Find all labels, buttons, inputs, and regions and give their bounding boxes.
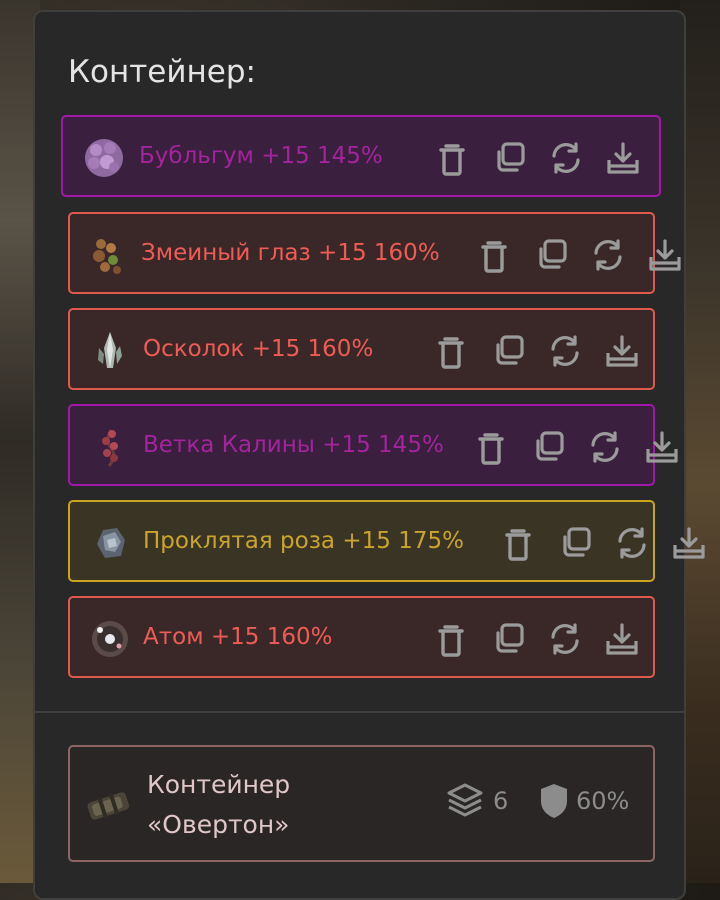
download-icon[interactable] xyxy=(603,138,643,178)
refresh-icon[interactable] xyxy=(546,138,586,178)
item-name: Бубльгум +15 145% xyxy=(139,143,383,169)
download-icon[interactable] xyxy=(642,427,682,467)
download-icon[interactable] xyxy=(602,331,642,371)
trash-icon[interactable] xyxy=(498,523,538,563)
background-right xyxy=(680,0,720,883)
bubblegum-icon xyxy=(83,137,125,179)
refresh-icon[interactable] xyxy=(545,619,585,659)
artifact-item-viburnum[interactable]: Ветка Калины +15 145% xyxy=(68,404,678,486)
copy-icon[interactable] xyxy=(531,235,571,275)
trash-icon[interactable] xyxy=(431,619,471,659)
item-name: Осколок +15 160% xyxy=(143,336,374,362)
protection-value: 60% xyxy=(576,787,630,815)
atom-icon xyxy=(89,618,131,660)
download-icon[interactable] xyxy=(669,523,709,563)
container-panel: Контейнер: Бубльгум +15 145% Змеиный гла… xyxy=(33,10,705,900)
download-icon[interactable] xyxy=(602,619,642,659)
refresh-icon[interactable] xyxy=(585,427,625,467)
item-name: Ветка Калины +15 145% xyxy=(143,432,444,458)
divider xyxy=(35,711,684,713)
artifact-item-shard[interactable]: Осколок +15 160% xyxy=(68,308,655,390)
download-icon[interactable] xyxy=(645,235,685,275)
shard-icon xyxy=(89,330,131,372)
container-card[interactable]: Контейнер «Овертон» 6 60% xyxy=(68,745,655,862)
item-name: Проклятая роза +15 175% xyxy=(143,528,464,554)
trash-icon[interactable] xyxy=(432,138,472,178)
item-name: Атом +15 160% xyxy=(143,624,333,650)
trash-icon[interactable] xyxy=(474,235,514,275)
refresh-icon[interactable] xyxy=(588,235,628,275)
trash-icon[interactable] xyxy=(471,427,511,467)
viburnum-icon xyxy=(89,426,131,468)
copy-icon[interactable] xyxy=(488,331,528,371)
container-name: Контейнер «Овертон» xyxy=(147,770,291,839)
artifact-item-bubblegum[interactable]: Бубльгум +15 145% xyxy=(61,115,661,197)
copy-icon[interactable] xyxy=(488,619,528,659)
container-icon xyxy=(84,781,132,829)
artifact-item-snake-eye[interactable]: Змеиный глаз +15 160% xyxy=(68,212,681,294)
refresh-icon[interactable] xyxy=(545,331,585,371)
copy-icon[interactable] xyxy=(528,427,568,467)
copy-icon[interactable] xyxy=(489,138,529,178)
panel-title: Контейнер: xyxy=(68,54,256,90)
artifact-item-atom[interactable]: Атом +15 160% xyxy=(68,596,655,678)
refresh-icon[interactable] xyxy=(612,523,652,563)
container-slots: 6 xyxy=(445,781,508,821)
shield-icon xyxy=(534,781,568,821)
layers-icon xyxy=(445,781,485,821)
cursed-rose-icon xyxy=(89,522,131,564)
trash-icon[interactable] xyxy=(431,331,471,371)
copy-icon[interactable] xyxy=(555,523,595,563)
item-name: Змеиный глаз +15 160% xyxy=(141,240,440,266)
container-protection: 60% xyxy=(534,781,629,821)
artifact-item-cursed-rose[interactable]: Проклятая роза +15 175% xyxy=(68,500,705,582)
snake-eye-icon xyxy=(87,234,129,276)
slots-count: 6 xyxy=(493,787,509,815)
